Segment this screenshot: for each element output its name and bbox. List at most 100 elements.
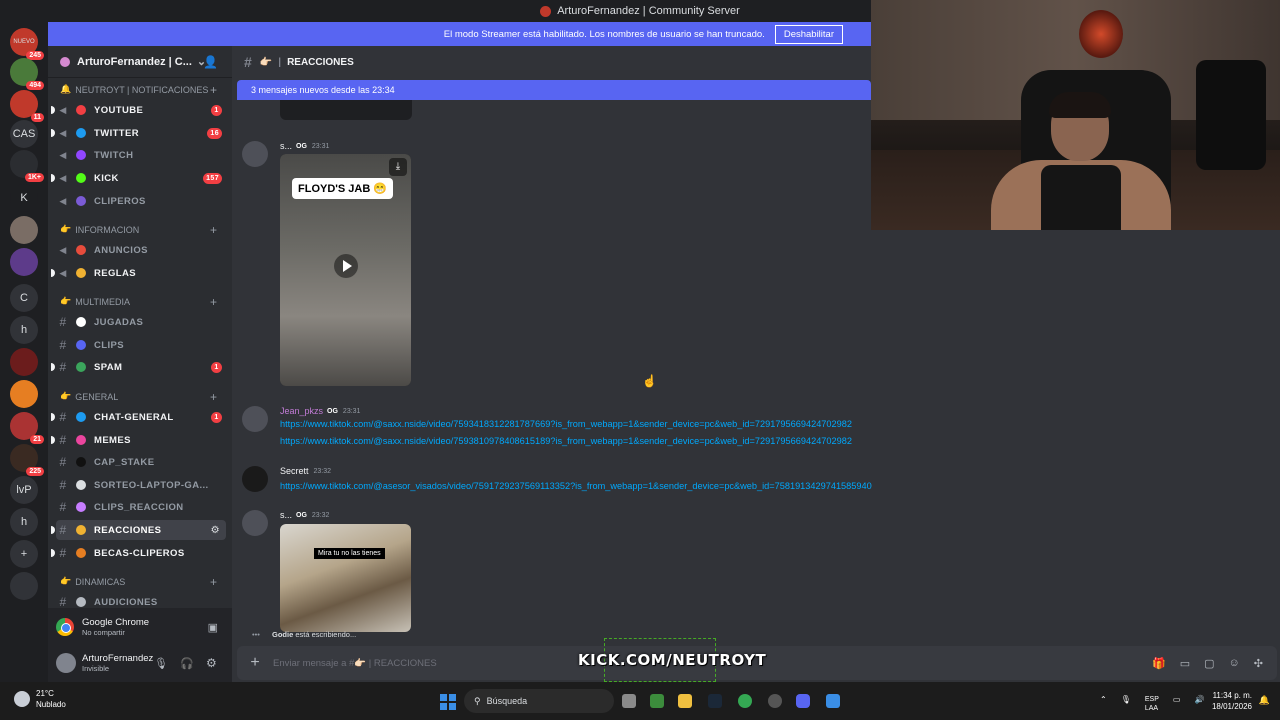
server-icon[interactable] <box>10 216 38 244</box>
channel-item[interactable]: ◀ YOUTUBE 1 <box>51 100 226 120</box>
play-icon[interactable] <box>334 254 358 278</box>
avatar[interactable] <box>242 510 268 536</box>
disable-streamer-button[interactable]: Deshabilitar <box>774 24 843 44</box>
gift-icon[interactable]: 🎁 <box>1152 657 1166 670</box>
add-attachment-icon[interactable]: + <box>237 654 273 672</box>
server-icon[interactable]: 225 <box>10 444 44 476</box>
server-icon[interactable]: + <box>10 540 38 568</box>
notifications-icon[interactable]: 🔔 <box>1259 695 1270 706</box>
server-icon[interactable]: 11 <box>10 90 44 122</box>
server-icon[interactable] <box>10 380 38 408</box>
avatar[interactable] <box>242 406 268 432</box>
channel-category[interactable]: 👉 MULTIMEDIA + <box>60 295 217 309</box>
server-icon[interactable] <box>10 348 38 376</box>
server-icon[interactable]: h <box>10 316 38 344</box>
server-icon[interactable] <box>10 248 38 276</box>
guild-header[interactable]: ArturoFernandez | C... ⌄ 👤 <box>48 46 232 78</box>
channel-category[interactable]: 🔔 NEUTROYT | NOTIFICACIONES + <box>60 83 217 97</box>
channel-item[interactable]: # CAP_STAKE <box>56 452 226 472</box>
channel-category[interactable]: 👉 GENERAL + <box>60 390 217 404</box>
channel-category[interactable]: 👉 INFORMACION + <box>60 223 217 237</box>
channel-item[interactable]: # MEMES <box>51 430 226 450</box>
server-icon[interactable]: C <box>10 284 38 312</box>
emoji-icon[interactable]: ☺ <box>1229 657 1240 670</box>
channel-item[interactable]: # BECAS-CLIPEROS <box>51 543 226 563</box>
image-attachment[interactable]: Mira tu no las tienes <box>280 524 411 632</box>
avatar[interactable] <box>242 466 268 492</box>
video-attachment[interactable]: FLOYD'S JAB 😁 ⤓ <box>280 154 411 386</box>
screen-share-icon[interactable]: ▣ <box>208 621 218 634</box>
chevron-up-icon[interactable]: ⌃ <box>1100 695 1107 713</box>
channel-emoji-icon <box>76 457 86 467</box>
gif-icon[interactable]: ▭ <box>1180 657 1190 670</box>
language-indicator[interactable]: ESP LAA <box>1145 695 1159 713</box>
user-row[interactable]: ArturoFernandez Invisible 🎙 🎧 ⚙ <box>56 648 226 678</box>
server-icon[interactable]: 494 <box>10 58 44 90</box>
minecraft-icon[interactable] <box>650 694 664 708</box>
channel-item[interactable]: # REACCIONES ⚙ <box>51 520 226 540</box>
message-link[interactable]: https://www.tiktok.com/@saxx.nside/video… <box>280 436 852 446</box>
headphones-icon[interactable]: 🎧 <box>180 657 194 670</box>
volume-icon[interactable]: 🔊 <box>1194 695 1204 713</box>
message-link[interactable]: https://www.tiktok.com/@asesor_visados/v… <box>280 481 872 491</box>
activity-card[interactable]: Google Chrome No compartir ▣ <box>56 612 226 642</box>
clock[interactable]: 11:34 p. m. 18/01/2026 <box>1212 690 1252 712</box>
download-icon[interactable]: ⤓ <box>389 158 407 176</box>
settings-gear-icon[interactable]: ⚙ <box>206 656 217 670</box>
server-icon[interactable]: NUEVO 245 <box>10 28 44 60</box>
channel-item[interactable]: ◀ TWITCH <box>56 145 226 165</box>
channel-item[interactable]: ◀ TWITTER 16 <box>51 123 226 143</box>
chrome-taskbar-icon[interactable] <box>738 694 752 708</box>
server-icon[interactable]: 21 <box>10 412 44 444</box>
channel-settings-icon[interactable]: ⚙ <box>211 525 220 536</box>
taskbar-search[interactable]: ⚲ Búsqueda <box>464 689 614 713</box>
message-author[interactable]: Jean_pkzs <box>280 406 323 416</box>
avatar[interactable] <box>56 653 76 673</box>
channel-item[interactable]: # CLIPS <box>56 335 226 355</box>
create-channel-icon[interactable]: + <box>210 223 217 237</box>
photos-icon[interactable] <box>826 694 840 708</box>
task-view-icon[interactable] <box>622 694 636 708</box>
create-channel-icon[interactable]: + <box>210 295 217 309</box>
sticker-icon[interactable]: ▢ <box>1204 657 1214 670</box>
channel-item[interactable]: ◀ REGLAS <box>51 263 226 283</box>
channel-item[interactable]: # SORTEO-LAPTOP-GA... <box>56 475 226 495</box>
channel-category[interactable]: 👉 DINAMICAS + <box>60 575 217 589</box>
previous-media-clip[interactable] <box>280 100 412 120</box>
server-icon[interactable]: K <box>10 184 38 212</box>
avatar[interactable] <box>242 141 268 167</box>
invite-people-icon[interactable]: 👤 <box>203 55 218 69</box>
server-icon[interactable]: lvP <box>10 476 38 504</box>
server-icon[interactable]: 1K+ <box>10 150 44 182</box>
windows-start-icon[interactable] <box>440 694 456 710</box>
channel-item[interactable]: # JUGADAS <box>56 312 226 332</box>
discord-taskbar-icon[interactable] <box>796 694 810 708</box>
apps-icon[interactable]: ✣ <box>1254 657 1263 670</box>
channel-item[interactable]: # AUDICIONES <box>56 592 226 608</box>
message-author[interactable]: s... <box>280 510 292 520</box>
network-icon[interactable]: ▭ <box>1173 695 1181 713</box>
channel-item[interactable]: # SPAM 1 <box>51 357 226 377</box>
message-author[interactable]: s... <box>280 141 292 151</box>
channel-item[interactable]: # CHAT-GENERAL 1 <box>51 407 226 427</box>
microphone-icon[interactable]: 🎙 <box>154 657 168 670</box>
steam-icon[interactable] <box>708 694 722 708</box>
create-channel-icon[interactable]: + <box>210 575 217 589</box>
channel-item[interactable]: ◀ KICK 157 <box>51 168 226 188</box>
obs-icon[interactable] <box>768 694 782 708</box>
create-channel-icon[interactable]: + <box>210 390 217 404</box>
server-icon[interactable]: CAS <box>10 120 38 148</box>
new-messages-bar[interactable]: 3 mensajes nuevos desde las 23:34 <box>237 80 871 100</box>
server-icon[interactable]: h <box>10 508 38 536</box>
channel-item[interactable]: # CLIPS_REACCION <box>56 497 226 517</box>
message-link[interactable]: https://www.tiktok.com/@saxx.nside/video… <box>280 419 852 429</box>
channel-item[interactable]: ◀ ANUNCIOS <box>56 240 226 260</box>
file-explorer-icon[interactable] <box>678 694 692 708</box>
channel-item[interactable]: ◀ CLIPEROS <box>56 191 226 211</box>
create-channel-icon[interactable]: + <box>210 83 217 97</box>
message-author[interactable]: Secrett <box>280 466 309 476</box>
server-icon[interactable] <box>10 572 38 600</box>
microphone-tray-icon[interactable]: 🎙 <box>1121 695 1131 713</box>
message-input[interactable] <box>273 657 573 669</box>
weather-widget[interactable]: 21°C Nublado <box>14 688 66 710</box>
